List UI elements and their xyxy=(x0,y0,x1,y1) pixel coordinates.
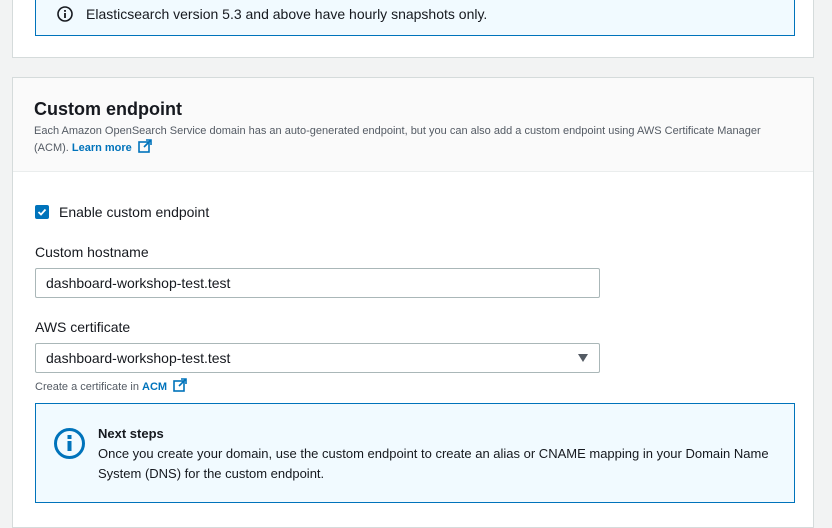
section-description: Each Amazon OpenSearch Service domain ha… xyxy=(34,124,794,156)
container-header: Custom endpoint Each Amazon OpenSearch S… xyxy=(13,78,813,172)
checkbox-checked[interactable] xyxy=(35,205,49,219)
custom-hostname-label: Custom hostname xyxy=(35,244,149,260)
info-icon xyxy=(54,428,85,459)
info-icon xyxy=(57,6,73,22)
custom-hostname-input[interactable] xyxy=(35,268,600,298)
next-steps-title: Next steps xyxy=(98,426,164,441)
learn-more-label: Learn more xyxy=(71,142,132,154)
section-title: Custom endpoint xyxy=(34,99,182,119)
snapshot-panel: Elasticsearch version 5.3 and above have… xyxy=(12,0,814,58)
enable-custom-endpoint-checkbox[interactable]: Enable custom endpoint xyxy=(35,204,209,220)
snapshot-info-alert: Elasticsearch version 5.3 and above have… xyxy=(35,0,795,36)
snapshot-alert-text: Elasticsearch version 5.3 and above have… xyxy=(86,6,488,22)
acm-link[interactable]: ACM xyxy=(142,378,187,393)
aws-certificate-label: AWS certificate xyxy=(35,319,131,335)
custom-endpoint-container: Custom endpoint Each Amazon OpenSearch S… xyxy=(12,77,814,528)
external-link-icon xyxy=(173,378,187,392)
selected-certificate: dashboard-workshop-test.test xyxy=(46,350,231,366)
next-steps-body: Once you create your domain, use the cus… xyxy=(98,446,769,481)
hint-text: Create a certificate in xyxy=(35,381,139,393)
certificate-hint: Create a certificate in ACM xyxy=(35,378,187,393)
next-steps-alert: Next steps Once you create your domain, … xyxy=(35,403,795,503)
learn-more-link[interactable]: Learn more xyxy=(71,139,152,154)
check-icon xyxy=(37,208,47,216)
checkbox-label: Enable custom endpoint xyxy=(59,204,210,220)
acm-link-label: ACM xyxy=(142,381,168,393)
caret-down-icon xyxy=(578,354,588,362)
aws-certificate-select[interactable]: dashboard-workshop-test.test xyxy=(35,343,600,373)
external-link-icon xyxy=(138,139,152,153)
